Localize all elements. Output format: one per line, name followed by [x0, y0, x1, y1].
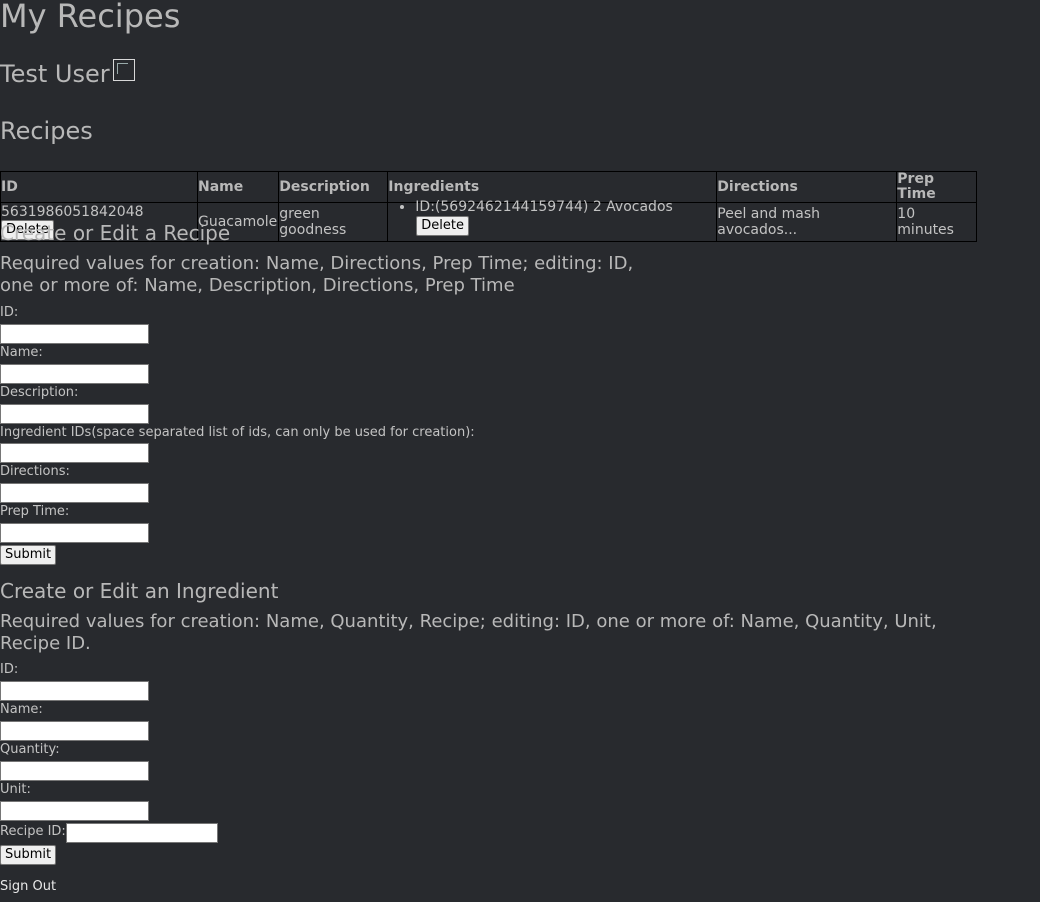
ingredient-submit-button[interactable]: Submit — [0, 845, 57, 865]
recipe-prep-time: 10 minutes — [896, 202, 978, 242]
column-header-name: Name — [196, 171, 280, 203]
recipe-ingredient-ids-input[interactable] — [0, 443, 149, 463]
ingredient-unit-label: Unit: — [0, 782, 31, 797]
recipe-id-input[interactable] — [0, 324, 149, 344]
list-item: ID:(5692462144159744) 2 AvocadosDelete — [415, 198, 715, 236]
recipe-form-heading: Create or Edit a Recipe — [0, 221, 231, 245]
recipe-ingredient-ids-label: Ingredient IDs(space separated list of i… — [0, 425, 475, 440]
column-header-id: ID — [0, 171, 198, 203]
recipe-description-input[interactable] — [0, 404, 149, 424]
ingredient-form-heading: Create or Edit an Ingredient — [0, 579, 279, 603]
ingredient-quantity-input[interactable] — [0, 761, 149, 781]
ingredient-list: ID:(5692462144159744) 2 AvocadosDelete — [388, 198, 715, 236]
app-title: My Recipes — [0, 0, 181, 35]
ingredient-name-input[interactable] — [0, 721, 149, 741]
ingredient-recipe-id-label: Recipe ID: — [0, 824, 66, 839]
recipe-prep-time-input[interactable] — [0, 523, 149, 543]
ingredient-name-label: Name: — [0, 702, 43, 717]
recipe-ingredients-cell: ID:(5692462144159744) 2 AvocadosDelete — [387, 199, 718, 242]
recipe-name-input[interactable] — [0, 364, 149, 384]
recipe-name-label: Name: — [0, 345, 43, 360]
ingredient-form-required-note: Required values for creation: Name, Quan… — [0, 611, 937, 654]
ingredient-text: ID:(5692462144159744) 2 Avocados — [415, 199, 673, 215]
ingredient-unit-input[interactable] — [0, 801, 149, 821]
recipe-id-label: ID: — [0, 305, 19, 320]
sign-out-link[interactable]: Sign Out — [0, 879, 56, 895]
ingredient-id-input[interactable] — [0, 681, 149, 701]
ingredient-id-label: ID: — [0, 662, 19, 677]
column-header-directions: Directions — [716, 171, 898, 203]
ingredient-quantity-label: Quantity: — [0, 742, 60, 757]
ingredient-recipe-id-input[interactable] — [66, 823, 218, 843]
column-header-description: Description — [278, 171, 389, 203]
recipe-form-required-note: Required values for creation: Name, Dire… — [0, 253, 634, 296]
avatar-image-icon — [113, 59, 135, 81]
recipe-submit-button[interactable]: Submit — [0, 545, 57, 565]
recipe-directions-label: Directions: — [0, 464, 70, 479]
column-header-prep-time: Prep Time — [896, 171, 978, 203]
recipe-description-label: Description: — [0, 385, 79, 400]
recipe-description: green goodness — [278, 202, 389, 242]
recipe-directions-input[interactable] — [0, 483, 149, 503]
recipe-directions: Peel and mash avocados... — [716, 202, 898, 242]
recipe-prep-time-label: Prep Time: — [0, 504, 70, 519]
user-name: Test User — [0, 60, 110, 88]
recipe-id: 5631986051842048 — [1, 204, 144, 220]
recipes-heading: Recipes — [0, 117, 93, 145]
delete-ingredient-button[interactable]: Delete — [416, 216, 470, 236]
